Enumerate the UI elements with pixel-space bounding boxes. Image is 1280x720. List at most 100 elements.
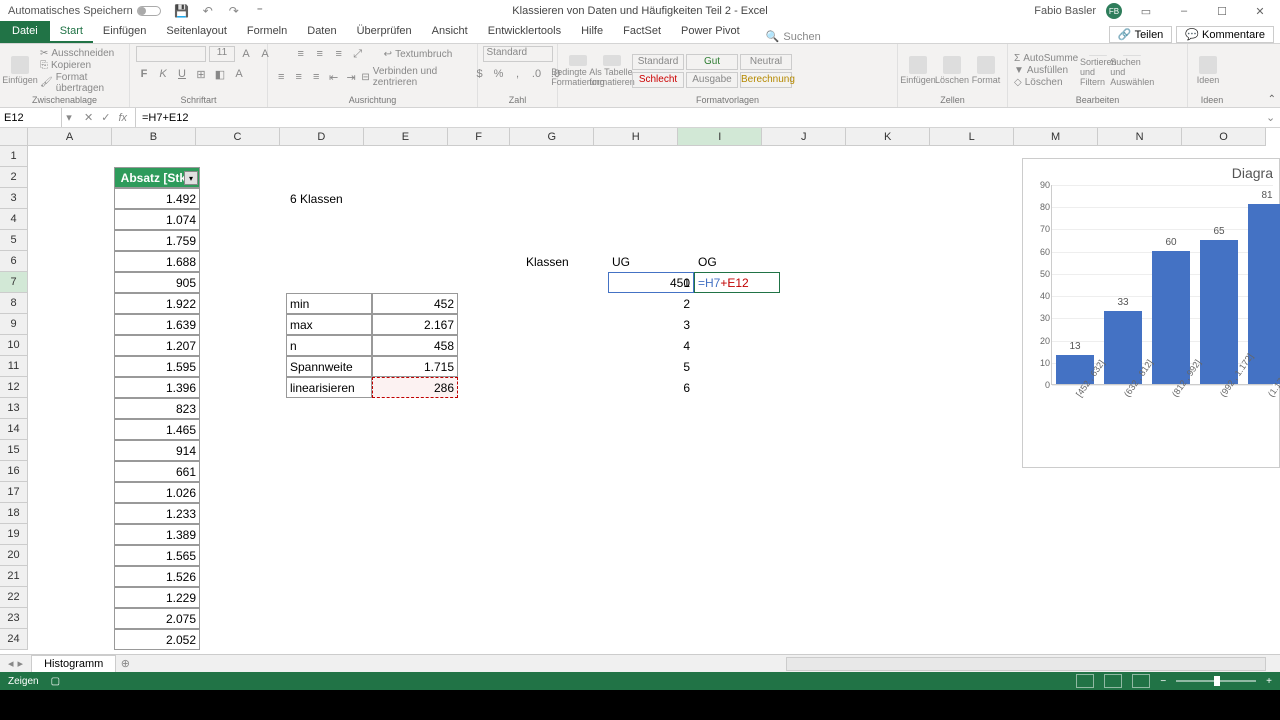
col-header-H[interactable]: H (594, 128, 678, 145)
cell-B8[interactable]: 1.922 (114, 293, 200, 314)
merge-button[interactable]: ⊟ Verbinden und zentrieren (361, 66, 471, 88)
cell-B20[interactable]: 1.565 (114, 545, 200, 566)
view-normal-icon[interactable] (1076, 674, 1094, 688)
sheet-next-icon[interactable]: ▸ (18, 657, 24, 670)
fx-icon[interactable]: fx (118, 112, 127, 124)
row-header-18[interactable]: 18 (0, 503, 27, 524)
col-header-D[interactable]: D (280, 128, 364, 145)
row-header-2[interactable]: 2 (0, 167, 27, 188)
wrap-text-button[interactable]: ↩ Textumbruch (384, 49, 453, 60)
clear-button[interactable]: ◇ Löschen (1014, 77, 1078, 88)
tab-hilfe[interactable]: Hilfe (571, 21, 613, 43)
cell-B6[interactable]: 1.688 (114, 251, 200, 272)
add-sheet-icon[interactable]: ⊕ (116, 657, 134, 670)
comma-icon[interactable]: , (510, 66, 526, 82)
cell-B21[interactable]: 1.526 (114, 566, 200, 587)
comments-button[interactable]: 💬Kommentare (1176, 26, 1274, 43)
sort-filter-button[interactable]: Sortieren und Filtern (1084, 55, 1112, 87)
tab-einfügen[interactable]: Einfügen (93, 21, 156, 43)
bold-button[interactable]: F (136, 66, 152, 82)
qat-more-icon[interactable]: ⁼ (253, 4, 267, 18)
format-painter-button[interactable]: 🖌 Format übertragen (40, 72, 123, 94)
orientation-icon[interactable]: ⤢ (350, 46, 366, 62)
minimize-icon[interactable]: – (1170, 0, 1198, 22)
user-avatar[interactable]: FB (1106, 3, 1122, 19)
search-icon[interactable]: 🔍 (766, 30, 780, 43)
border-icon[interactable]: ⊞ (193, 66, 209, 82)
col-header-N[interactable]: N (1098, 128, 1182, 145)
row-header-20[interactable]: 20 (0, 545, 27, 566)
col-header-E[interactable]: E (364, 128, 448, 145)
currency-icon[interactable]: $ (472, 66, 488, 82)
cell-B18[interactable]: 1.233 (114, 503, 200, 524)
redo-icon[interactable]: ↷ (227, 4, 241, 18)
name-box[interactable] (0, 108, 62, 127)
cell-H6[interactable]: UG (608, 251, 694, 272)
cell-B22[interactable]: 1.229 (114, 587, 200, 608)
row-header-22[interactable]: 22 (0, 587, 27, 608)
cell-D12[interactable]: linearisieren (286, 377, 372, 398)
cancel-formula-icon[interactable]: ✕ (84, 111, 93, 124)
cell-H11[interactable]: 5 (608, 356, 694, 377)
formula-input[interactable] (136, 108, 1266, 127)
user-name[interactable]: Fabio Basler (1034, 5, 1096, 17)
autosum-button[interactable]: Σ AutoSumme (1014, 53, 1078, 64)
select-all-corner[interactable] (0, 128, 28, 146)
cell-H12[interactable]: 6 (608, 377, 694, 398)
tab-seitenlayout[interactable]: Seitenlayout (156, 21, 237, 43)
col-header-G[interactable]: G (510, 128, 594, 145)
horizontal-scrollbar[interactable] (786, 657, 1266, 671)
cell-B24[interactable]: 2.052 (114, 629, 200, 650)
col-header-K[interactable]: K (846, 128, 930, 145)
col-header-C[interactable]: C (196, 128, 280, 145)
style-good[interactable]: Gut (686, 54, 738, 70)
row-header-3[interactable]: 3 (0, 188, 27, 209)
toggle-off-icon[interactable] (137, 6, 161, 16)
cell-H9[interactable]: 3 (608, 314, 694, 335)
zoom-slider[interactable] (1176, 680, 1256, 682)
font-name-select[interactable] (136, 46, 206, 62)
filter-dropdown-icon[interactable]: ▾ (184, 171, 198, 185)
search-placeholder[interactable]: Suchen (783, 31, 820, 43)
cell-B23[interactable]: 2.075 (114, 608, 200, 629)
col-header-F[interactable]: F (448, 128, 510, 145)
embedded-chart[interactable]: Diagra 01020304050607080901333606581 [45… (1022, 158, 1280, 468)
row-header-15[interactable]: 15 (0, 440, 27, 461)
row-header-24[interactable]: 24 (0, 629, 27, 650)
indent-dec-icon[interactable]: ⇤ (326, 69, 340, 85)
cell-B9[interactable]: 1.639 (114, 314, 200, 335)
ribbon-display-icon[interactable]: ▭ (1132, 0, 1160, 22)
expand-formula-icon[interactable]: ⌄ (1266, 111, 1280, 124)
col-header-J[interactable]: J (762, 128, 846, 145)
ideas-button[interactable]: Ideen (1194, 55, 1222, 87)
cell-H7-ref[interactable]: 450 (608, 272, 694, 293)
cell-B14[interactable]: 1.465 (114, 419, 200, 440)
confirm-formula-icon[interactable]: ✓ (101, 111, 110, 124)
col-header-M[interactable]: M (1014, 128, 1098, 145)
tab-power pivot[interactable]: Power Pivot (671, 21, 750, 43)
row-header-10[interactable]: 10 (0, 335, 27, 356)
fill-color-icon[interactable]: ◧ (212, 66, 228, 82)
italic-button[interactable]: K (155, 66, 171, 82)
align-right-icon[interactable]: ≡ (309, 69, 323, 85)
cell-D9[interactable]: max (286, 314, 372, 335)
row-header-13[interactable]: 13 (0, 398, 27, 419)
name-box-dropdown-icon[interactable]: ▾ (62, 111, 76, 124)
row-header-5[interactable]: 5 (0, 230, 27, 251)
percent-icon[interactable]: % (491, 66, 507, 82)
row-header-6[interactable]: 6 (0, 251, 27, 272)
grow-font-icon[interactable]: A (238, 46, 254, 62)
row-header-16[interactable]: 16 (0, 461, 27, 482)
style-standard[interactable]: Standard (632, 54, 684, 70)
cell-B10[interactable]: 1.207 (114, 335, 200, 356)
cell-B16[interactable]: 661 (114, 461, 200, 482)
maximize-icon[interactable]: ☐ (1208, 0, 1236, 22)
macro-record-icon[interactable]: ▢ (51, 676, 60, 687)
row-header-8[interactable]: 8 (0, 293, 27, 314)
style-neutral[interactable]: Neutral (740, 54, 792, 70)
row-header-1[interactable]: 1 (0, 146, 27, 167)
cell-I7-editing[interactable]: =H7+E12 (694, 272, 780, 293)
find-select-button[interactable]: Suchen und Auswählen (1118, 55, 1146, 87)
cell-B3[interactable]: 1.492 (114, 188, 200, 209)
cell-B5[interactable]: 1.759 (114, 230, 200, 251)
